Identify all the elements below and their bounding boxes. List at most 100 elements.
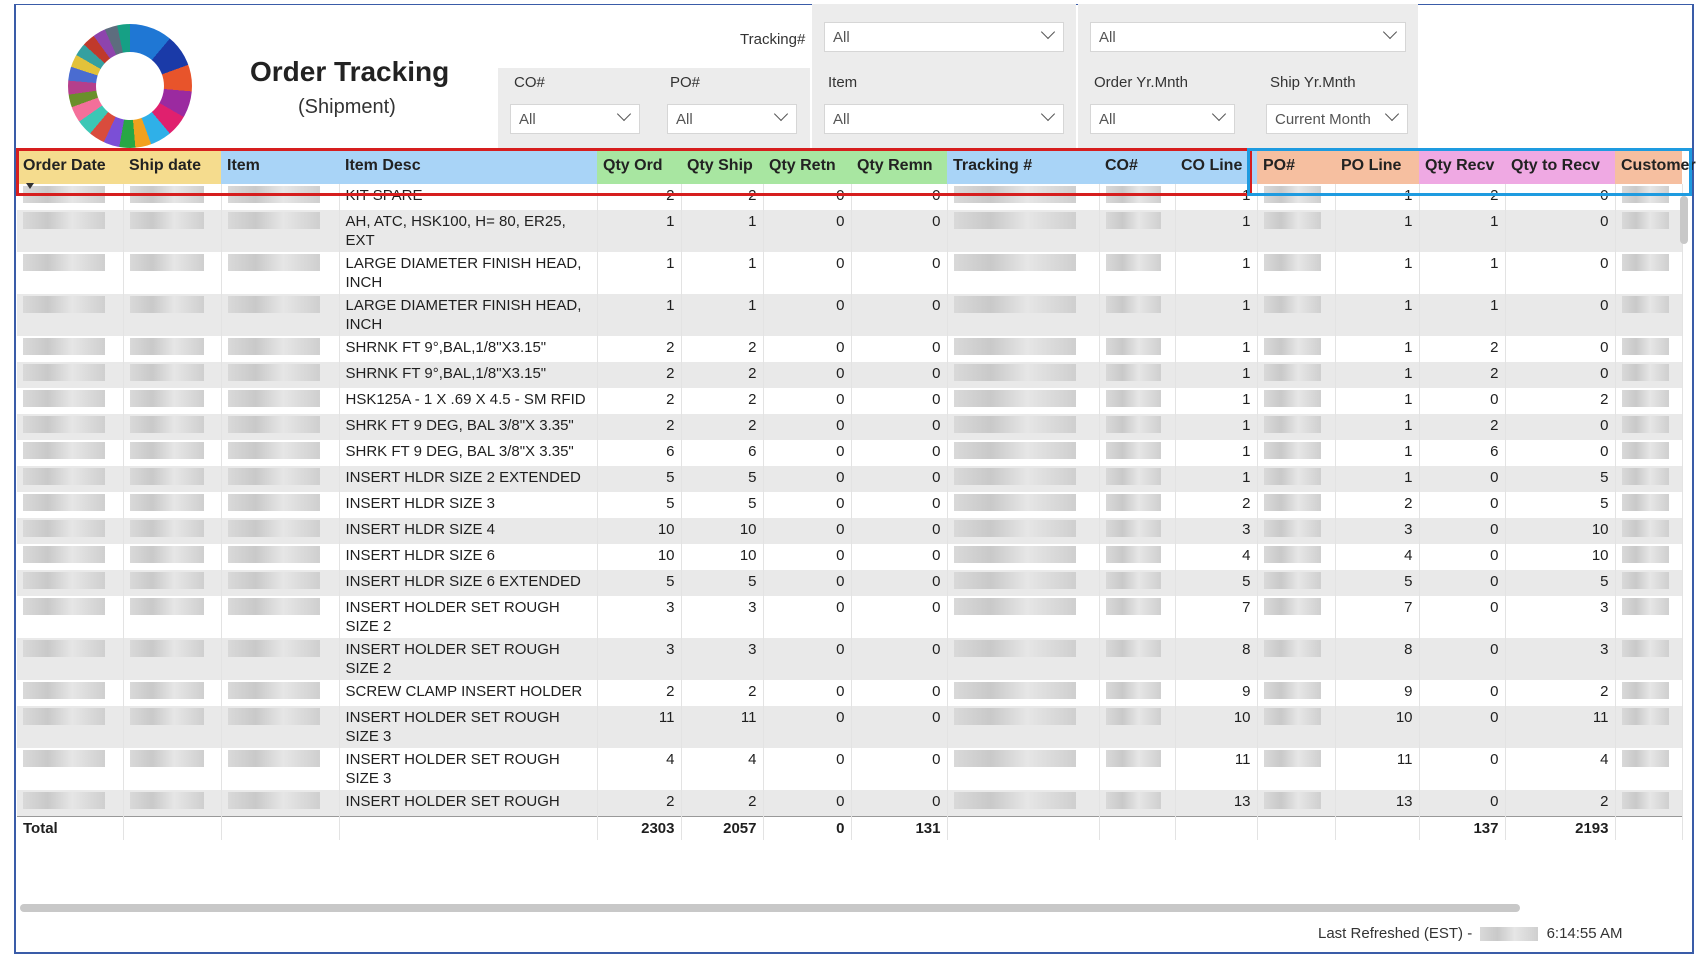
table-cell: 0 <box>1505 294 1616 336</box>
po-dropdown[interactable]: All <box>667 104 797 134</box>
table-row[interactable]: SHRNK FT 9°,BAL,1/8"X3.15" 2 2 0 0 1 1 2 0 <box>17 336 1683 362</box>
table-row[interactable]: INSERT HOLDER SET ROUGH 2 2 0 0 13 13 0 2 <box>17 790 1683 817</box>
column-header-order-date[interactable]: Order Date <box>17 148 123 184</box>
table-cell: 5 <box>597 492 682 518</box>
column-header-co[interactable]: CO# <box>1099 148 1175 184</box>
table-row[interactable]: KIT SPARE 2 2 0 0 1 1 2 0 <box>17 184 1683 210</box>
order-ym-dropdown-value: All <box>1099 111 1116 128</box>
table-cell: INSERT HOLDER SET ROUGH SIZE 3 <box>339 748 598 790</box>
table-cell: 1 <box>1175 336 1258 362</box>
redacted-cell <box>1615 790 1683 817</box>
column-header-customer[interactable]: Customer <box>1615 148 1696 184</box>
table-row[interactable]: SHRK FT 9 DEG, BAL 3/8"X 3.35" 2 2 0 0 1 1 2 0 <box>17 414 1683 440</box>
table-row[interactable]: INSERT HOLDER SET ROUGH SIZE 3 4 4 0 0 11 11 0 4 <box>17 748 1683 790</box>
redacted-value <box>23 598 106 615</box>
co-dropdown[interactable]: All <box>510 104 640 134</box>
redacted-cell <box>947 414 1100 440</box>
redacted-value <box>953 572 1076 589</box>
table-cell: 2 <box>1419 184 1506 210</box>
redacted-cell <box>1099 492 1176 518</box>
table-row[interactable]: HSK125A - 1 X .69 X 4.5 - SM RFID 2 2 0 0 1 1 0… <box>17 388 1683 414</box>
redacted-cell <box>1099 466 1176 492</box>
table-row[interactable]: SHRK FT 9 DEG, BAL 3/8"X 3.35" 6 6 0 0 1 1 6 0 <box>17 440 1683 466</box>
last-refreshed: Last Refreshed (EST) - 6:14:55 AM <box>1318 925 1622 942</box>
column-header-qty-recv[interactable]: Qty Recv <box>1419 148 1505 184</box>
redacted-value <box>23 442 106 459</box>
table-row[interactable]: INSERT HOLDER SET ROUGH SIZE 3 11 11 0 0 10 10… <box>17 706 1683 748</box>
table-cell: 3 <box>681 638 764 680</box>
table-cell: 3 <box>681 596 764 638</box>
column-header-item[interactable]: Item <box>221 148 339 184</box>
table-cell: 0 <box>1419 596 1506 638</box>
column-header-qty-remn[interactable]: Qty Remn <box>851 148 947 184</box>
tracking-dropdown-2[interactable]: All <box>1090 22 1406 52</box>
table-cell: 3 <box>597 638 682 680</box>
column-header-qty-ship[interactable]: Qty Ship <box>681 148 763 184</box>
column-header-po[interactable]: PO# <box>1257 148 1335 184</box>
table-row[interactable]: LARGE DIAMETER FINISH HEAD, INCH 1 1 0 0 1 1 1 0 <box>17 252 1683 294</box>
table-cell: 5 <box>597 570 682 596</box>
redacted-value <box>1621 598 1670 615</box>
total-cell <box>123 816 222 840</box>
table-cell: 7 <box>1335 596 1420 638</box>
redacted-value <box>953 254 1076 271</box>
ship-ym-dropdown[interactable]: Current Month <box>1266 104 1408 134</box>
table-cell: 11 <box>681 706 764 748</box>
column-header-po-line[interactable]: PO Line <box>1335 148 1419 184</box>
redacted-cell <box>17 388 124 414</box>
table-row[interactable]: AH, ATC, HSK100, H= 80, ER25, EXT 1 1 0 0 1 1 1… <box>17 210 1683 252</box>
redacted-cell <box>1257 790 1336 817</box>
table-row[interactable]: INSERT HLDR SIZE 2 EXTENDED 5 5 0 0 1 1 0 5 <box>17 466 1683 492</box>
total-cell <box>1175 816 1258 840</box>
column-header-qty-to-recv[interactable]: Qty to Recv <box>1505 148 1615 184</box>
table-cell: 0 <box>763 210 852 252</box>
redacted-cell <box>1257 748 1336 790</box>
sort-desc-icon[interactable] <box>26 183 34 189</box>
table-cell: 1 <box>1175 466 1258 492</box>
redacted-cell <box>17 492 124 518</box>
redacted-value <box>227 598 320 615</box>
po-filter-label: PO# <box>670 74 701 91</box>
table-cell: 13 <box>1175 790 1258 817</box>
table-row[interactable]: LARGE DIAMETER FINISH HEAD, INCH 1 1 0 0 1 1 1 0 <box>17 294 1683 336</box>
redacted-cell <box>17 570 124 596</box>
table-row[interactable]: INSERT HLDR SIZE 355002205 <box>17 492 1683 518</box>
column-header-tracking[interactable]: Tracking # <box>947 148 1099 184</box>
redacted-cell <box>123 596 222 638</box>
column-header-co-line[interactable]: CO Line <box>1175 148 1257 184</box>
redacted-value <box>1105 494 1161 511</box>
table-cell: 1 <box>1335 252 1420 294</box>
redacted-value <box>1621 468 1670 485</box>
table-cell: INSERT HOLDER SET ROUGH SIZE 2 <box>339 638 598 680</box>
tracking-dropdown-2-value: All <box>1099 29 1116 46</box>
table-row[interactable]: INSERT HOLDER SET ROUGH SIZE 233007703 <box>17 596 1683 638</box>
order-ym-dropdown[interactable]: All <box>1090 104 1235 134</box>
redacted-value <box>1263 750 1321 767</box>
horizontal-scrollbar[interactable] <box>20 904 1520 912</box>
table-row[interactable]: INSERT HLDR SIZE 6 10 10 0 0 4 4 0 10 <box>17 544 1683 570</box>
column-header-item-desc[interactable]: Item Desc <box>339 148 597 184</box>
table-cell: 2 <box>681 184 764 210</box>
table-row[interactable]: SCREW CLAMP INSERT HOLDER 2 2 0 0 9 9 0 2 <box>17 680 1683 706</box>
table-row[interactable]: INSERT HOLDER SET ROUGH SIZE 233008803 <box>17 638 1683 680</box>
column-header-qty-retn[interactable]: Qty Retn <box>763 148 851 184</box>
redacted-value <box>1621 212 1670 229</box>
tracking-dropdown[interactable]: All <box>824 22 1064 52</box>
table-cell: INSERT HLDR SIZE 6 <box>339 544 598 570</box>
column-header-qty-ord[interactable]: Qty Ord <box>597 148 681 184</box>
redacted-value <box>23 416 106 433</box>
redacted-value <box>129 640 205 657</box>
redacted-value <box>1621 792 1670 809</box>
table-row[interactable]: INSERT HLDR SIZE 4 10 10 0 0 3 3 0 10 <box>17 518 1683 544</box>
item-dropdown[interactable]: All <box>824 104 1064 134</box>
table-row[interactable]: INSERT HLDR SIZE 6 EXTENDED 5 5 0 0 5 5 0 5 <box>17 570 1683 596</box>
column-header-ship-date[interactable]: Ship date <box>123 148 221 184</box>
table-cell: 4 <box>1505 748 1616 790</box>
table-row[interactable]: SHRNK FT 9°,BAL,1/8"X3.15" 2 2 0 0 1 1 2 0 <box>17 362 1683 388</box>
vertical-scrollbar[interactable] <box>1680 196 1688 244</box>
redacted-cell <box>1099 638 1176 680</box>
redacted-cell <box>17 544 124 570</box>
table-cell: 2 <box>1175 492 1258 518</box>
table-header-row: Order Date Ship date Item Item Desc Qty Ord Q… <box>17 148 1696 184</box>
redacted-cell <box>1257 596 1336 638</box>
